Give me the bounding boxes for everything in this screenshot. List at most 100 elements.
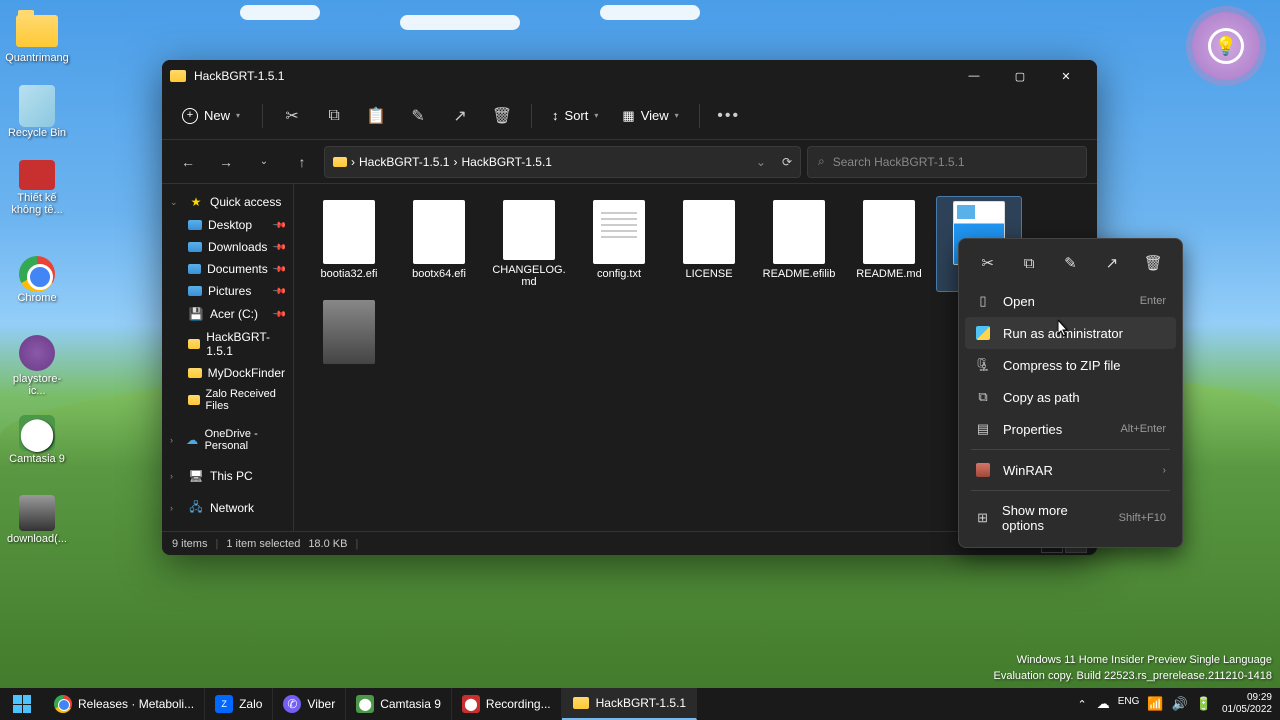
sidebar-this-pc[interactable]: ›🖥This PC (162, 464, 293, 488)
taskbar-item-camtasia[interactable]: ⬤ Camtasia 9 (346, 688, 452, 720)
file-bootx64[interactable]: bootx64.efi (396, 196, 482, 292)
taskbar-item-zalo[interactable]: Z Zalo (205, 688, 273, 720)
context-compress-zip[interactable]: 🗜 Compress to ZIP file (965, 349, 1176, 381)
onedrive-tray-icon[interactable]: ☁ (1097, 696, 1110, 712)
up-button[interactable]: ↑ (286, 146, 318, 178)
pc-icon: 🖥 (188, 468, 204, 484)
sidebar-item-documents[interactable]: Documents📌 (162, 258, 293, 280)
desktop-icon-quantrimang[interactable]: Quantrimang (5, 10, 69, 64)
context-run-as-admin[interactable]: Run as administrator (965, 317, 1176, 349)
sidebar-label: Quick access (210, 195, 281, 209)
context-properties[interactable]: ▤ Properties Alt+Enter (965, 413, 1176, 445)
context-copy-path[interactable]: ⧉ Copy as path (965, 381, 1176, 413)
view-button[interactable]: ▦ View ▾ (612, 102, 688, 130)
context-iconbar: ✂ ⧉ ✎ ↗ 🗑 (965, 245, 1176, 285)
wifi-tray-icon[interactable]: 📶 (1147, 696, 1163, 712)
sidebar-item-hackbgrt[interactable]: HackBGRT-1.5.1 (162, 326, 293, 362)
systray: ⌃ ☁ ENG 📶 🔊 🔋 09:29 01/05/2022 (1069, 688, 1280, 720)
desktop-icon-download[interactable]: download(... (5, 495, 69, 545)
folder-icon (16, 15, 58, 47)
file-license[interactable]: LICENSE (666, 196, 752, 292)
tray-clock[interactable]: 09:29 01/05/2022 (1222, 692, 1272, 716)
file-icon (773, 200, 825, 264)
sidebar-item-acer[interactable]: 💾Acer (C:)📌 (162, 302, 293, 326)
battery-tray-icon[interactable]: 🔋 (1196, 696, 1212, 712)
volume-tray-icon[interactable]: 🔊 (1172, 696, 1188, 712)
delete-icon[interactable]: 🗑 (1137, 249, 1169, 277)
sidebar-label: Desktop (208, 218, 252, 232)
maximize-button[interactable]: ▢ (997, 60, 1043, 92)
minimize-button[interactable]: — (951, 60, 997, 92)
more-icon[interactable]: ••• (710, 98, 748, 134)
sidebar-item-zalo[interactable]: Zalo Received Files (162, 384, 293, 416)
taskbar-label: Releases · Metaboli... (78, 697, 194, 711)
search-placeholder: Search HackBGRT-1.5.1 (833, 155, 965, 169)
separator (971, 449, 1170, 450)
file-name: bootx64.efi (412, 268, 466, 280)
sort-button[interactable]: ↕ Sort ▾ (542, 102, 608, 129)
sidebar-onedrive[interactable]: ›☁OneDrive - Personal (162, 424, 293, 456)
breadcrumb[interactable]: HackBGRT-1.5.1 (461, 155, 551, 169)
forward-button[interactable]: → (210, 146, 242, 178)
sidebar-quick-access[interactable]: ⌄ ★ Quick access (162, 190, 293, 214)
chevron-down-icon: ⌄ (170, 197, 182, 208)
folder-icon (188, 368, 202, 378)
context-show-more[interactable]: ⊞ Show more options Shift+F10 (965, 495, 1176, 541)
recent-button[interactable]: ⌄ (248, 146, 280, 178)
file-image[interactable] (306, 296, 392, 392)
pin-icon: 📌 (272, 217, 288, 233)
start-button[interactable] (0, 688, 44, 720)
search-input[interactable]: ⌕ Search HackBGRT-1.5.1 (807, 146, 1087, 178)
share-icon[interactable]: ↗ (1096, 249, 1128, 277)
sidebar-item-desktop[interactable]: Desktop 📌 (162, 214, 293, 236)
taskbar-item-hackbgrt[interactable]: HackBGRT-1.5.1 (562, 688, 697, 720)
file-name: README.md (856, 268, 921, 280)
file-icon (863, 200, 915, 264)
file-config[interactable]: config.txt (576, 196, 662, 292)
desktop-icon-recycle-bin[interactable]: Recycle Bin (5, 85, 69, 139)
copy-icon[interactable]: ⧉ (315, 98, 353, 134)
copy-icon[interactable]: ⧉ (1013, 249, 1045, 277)
desktop-icon-camtasia[interactable]: ⬤ Camtasia 9 (5, 415, 69, 465)
tray-chevron-icon[interactable]: ⌃ (1077, 698, 1086, 711)
desktop-icon-playstore[interactable]: playstore-ic... (5, 335, 69, 397)
file-readme-efilib[interactable]: README.efilib (756, 196, 842, 292)
watermark: Windows 11 Home Insider Preview Single L… (994, 653, 1272, 684)
language-tray-icon[interactable]: ENG (1118, 696, 1140, 712)
taskbar-label: HackBGRT-1.5.1 (596, 696, 686, 710)
titlebar[interactable]: HackBGRT-1.5.1 — ▢ ✕ (162, 60, 1097, 92)
desktop-icon-label: download(... (5, 533, 69, 545)
file-changelog[interactable]: CHANGELOG.md (486, 196, 572, 292)
taskbar-item-chrome[interactable]: Releases · Metaboli... (44, 688, 205, 720)
file-readme-md[interactable]: README.md (846, 196, 932, 292)
share-icon[interactable]: ↗ (441, 98, 479, 134)
new-button[interactable]: + New ▾ (170, 102, 252, 130)
close-button[interactable]: ✕ (1043, 60, 1089, 92)
sidebar-item-mydockfinder[interactable]: MyDockFinder (162, 362, 293, 384)
taskbar-item-viber[interactable]: ✆ Viber (273, 688, 346, 720)
context-winrar[interactable]: WinRAR › (965, 454, 1176, 486)
context-label: Copy as path (1003, 390, 1080, 405)
recording-icon: ⬤ (462, 695, 480, 713)
sidebar-network[interactable]: ›🖧Network (162, 496, 293, 520)
address-bar[interactable]: › HackBGRT-1.5.1 › HackBGRT-1.5.1 ⌄ ⟳ (324, 146, 801, 178)
refresh-button[interactable]: ⟳ (782, 155, 792, 169)
delete-icon[interactable]: 🗑 (483, 98, 521, 134)
desktop-icon-thietke[interactable]: Thiết kế không tê... (5, 160, 69, 216)
chevron-down-icon[interactable]: ⌄ (756, 155, 766, 169)
paste-icon[interactable]: 📋 (357, 98, 395, 134)
text-file-icon (593, 200, 645, 264)
context-open[interactable]: ▯ Open Enter (965, 285, 1176, 317)
desktop-icon-chrome[interactable]: Chrome (5, 256, 69, 304)
rename-icon[interactable]: ✎ (399, 98, 437, 134)
breadcrumb[interactable]: HackBGRT-1.5.1 (359, 155, 449, 169)
cut-icon[interactable]: ✂ (972, 249, 1004, 277)
drive-icon: 💾 (188, 306, 204, 322)
sidebar-item-downloads[interactable]: Downloads📌 (162, 236, 293, 258)
file-bootia32[interactable]: bootia32.efi (306, 196, 392, 292)
rename-icon[interactable]: ✎ (1054, 249, 1086, 277)
taskbar-item-recording[interactable]: ⬤ Recording... (452, 688, 562, 720)
sidebar-item-pictures[interactable]: Pictures📌 (162, 280, 293, 302)
back-button[interactable]: ← (172, 146, 204, 178)
cut-icon[interactable]: ✂ (273, 98, 311, 134)
